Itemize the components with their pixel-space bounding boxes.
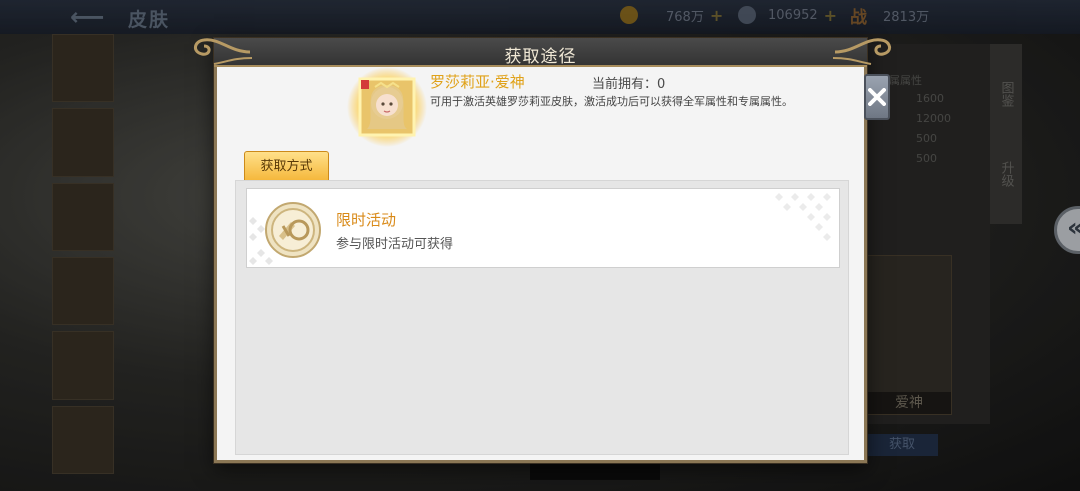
- item-description: 可用于激活英雄罗莎莉亚皮肤，激活成功后可以获得全军属性和专属属性。: [430, 95, 793, 108]
- acquire-route-dialog: 获取途径 罗莎莉亚·爱神 当前拥有：0 可用于激活英雄罗莎莉亚皮肤，激活成功后可…: [194, 38, 891, 463]
- skin-item-icon: [347, 67, 427, 147]
- limited-event-coin-icon: [265, 202, 321, 258]
- route-list: 限时活动 参与限时活动可获得: [235, 180, 849, 455]
- close-button[interactable]: [864, 74, 890, 120]
- route-description: 参与限时活动可获得: [336, 237, 454, 252]
- owned-value: 0: [657, 77, 666, 92]
- dialog-header: 获取途径: [194, 38, 891, 67]
- owned-label: 当前拥有：: [592, 77, 658, 92]
- ornament-right-icon: [832, 38, 891, 65]
- diamond-pattern-icon: [775, 193, 831, 241]
- route-item-limited-event[interactable]: 限时活动 参与限时活动可获得: [246, 188, 840, 268]
- route-title: 限时活动: [336, 211, 397, 229]
- owned-count: 当前拥有：0: [592, 73, 665, 92]
- item-name: 罗莎莉亚·爱神: [430, 73, 525, 91]
- tab-acquire-method[interactable]: 获取方式: [244, 151, 329, 181]
- close-icon: [868, 88, 886, 106]
- dialog-title: 获取途径: [504, 47, 577, 67]
